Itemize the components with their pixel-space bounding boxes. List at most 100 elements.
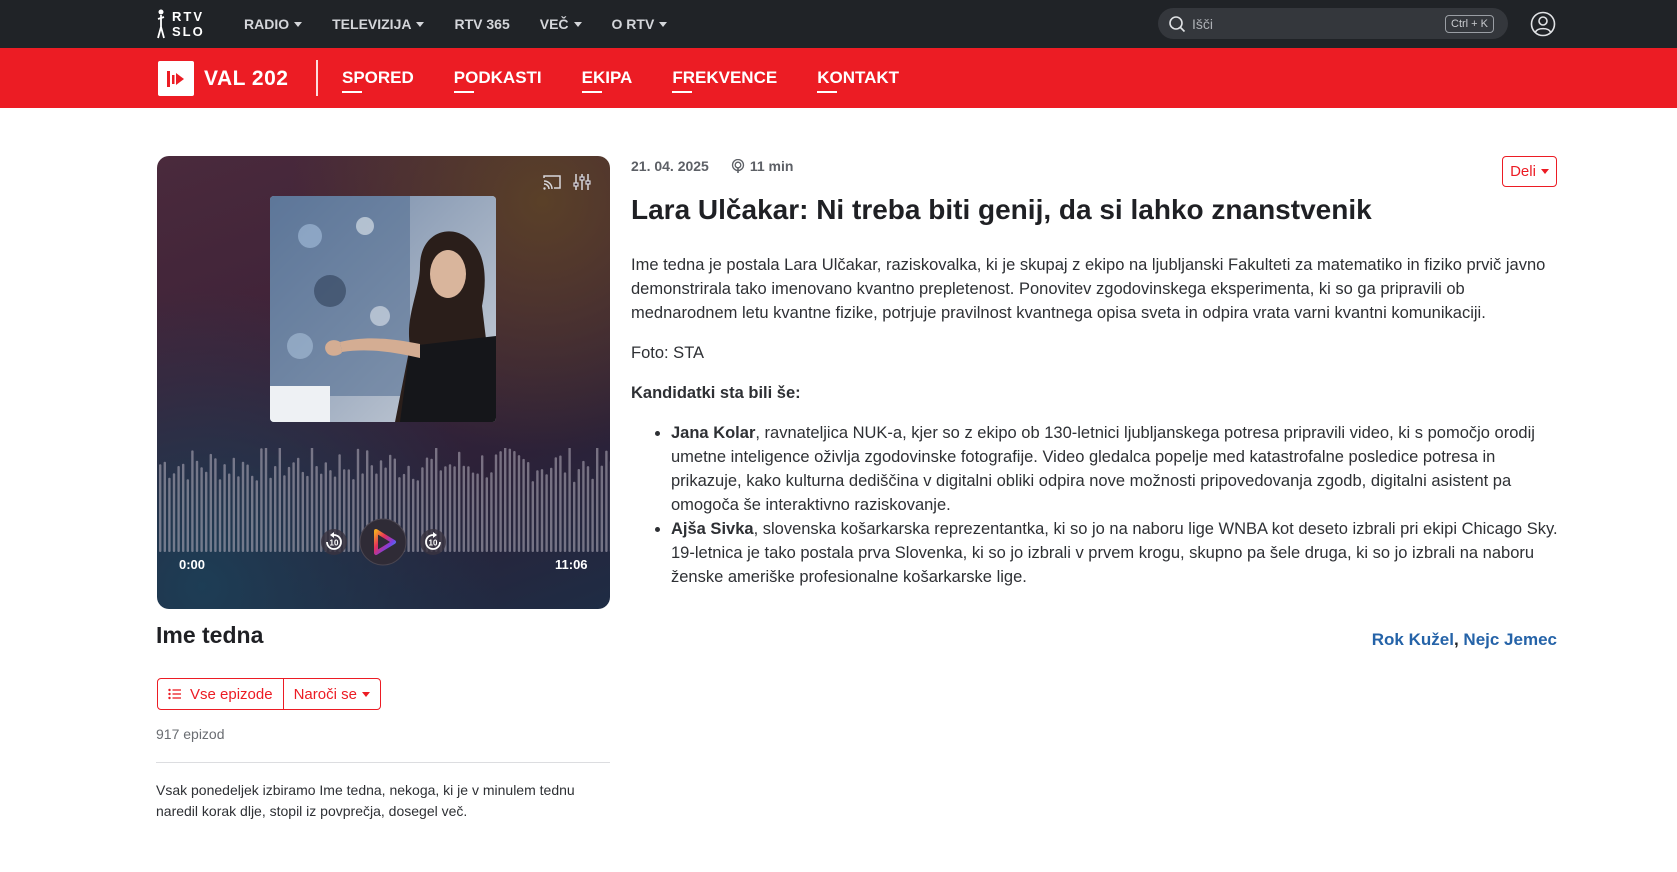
waveform-bar [287,466,291,552]
chevron-down-icon [573,21,582,27]
article-meta: 21. 04. 2025 11 min [631,158,793,174]
search-input[interactable] [1192,15,1446,32]
chevron-down-icon [361,691,370,697]
cast-icon[interactable] [542,172,562,192]
station-nav-podkasti[interactable]: PODKASTI [453,68,542,93]
show-title[interactable]: Ime tedna [156,622,263,649]
rtv-slo-logo[interactable]: RTV SLO [156,7,205,41]
author-link[interactable]: Nejc Jemec [1463,630,1557,649]
waveform-bar [241,461,245,552]
article-body: Ime tedna je postala Lara Ulčakar, razis… [631,253,1559,589]
station-nav-spored[interactable]: SPORED [342,68,414,93]
waveform-bar [545,474,548,552]
article-authors: Rok Kužel, Nejc Jemec [1372,630,1557,650]
search-box[interactable]: Ctrl + K [1158,8,1508,39]
svg-text:10: 10 [330,539,339,548]
val-202-logo-icon [167,70,184,87]
waveform-bar [269,477,272,552]
skip-back-button[interactable]: 10 [320,528,348,561]
waveform-bar [582,460,585,552]
waveform-bar [200,467,203,552]
waveform-bar [508,448,511,552]
waveform-bar [237,476,240,552]
waveform-bar [550,467,553,552]
station-nav-frekvence[interactable]: FREKVENCE [672,68,777,93]
skip-forward-button[interactable]: 10 [419,528,447,561]
list-item: Ajša Sivka, slovenska košarkarska reprez… [671,517,1559,589]
article-lead: Ime tedna je postala Lara Ulčakar, razis… [631,256,1546,322]
episode-cover-image [270,196,496,422]
candidate-text: , slovenska košarkarska reprezentantka, … [671,520,1558,586]
author-separator: , [1453,630,1459,649]
waveform-bar [223,464,226,552]
waveform-bar [522,458,525,552]
waveform-bar [182,463,185,552]
val-202-logo[interactable]: VAL 202 [158,61,288,96]
section-divider [156,762,610,763]
waveform-bar [494,454,498,552]
waveform-bar [600,465,603,552]
waveform-bar [540,469,544,552]
waveform-bar [462,465,465,552]
waveform-bar [577,469,580,552]
waveform-bar [297,457,300,552]
nav-rtv-365[interactable]: RTV 365 [454,16,509,32]
station-nav-ekipa[interactable]: EKIPA [581,68,632,93]
waveform-bar [172,473,176,552]
waveform-bar [278,448,281,552]
waveform-bar [214,458,217,552]
forward-10-icon: 10 [420,529,446,555]
candidate-name: Ajša Sivka [671,520,754,538]
subscribe-button[interactable]: Naroči se [282,679,380,709]
author-link[interactable]: Rok Kužel [1372,630,1454,649]
waveform-bar [490,472,493,552]
waveform-bar [485,477,488,552]
station-nav: SPORED PODKASTI EKIPA FREKVENCE KONTAKT [342,48,939,108]
svg-text:10: 10 [429,539,438,548]
waveform-bar [264,448,268,552]
waveform-bar [218,479,222,552]
podcast-icon [731,158,745,173]
play-button[interactable] [359,518,407,571]
waveform-bar [554,457,557,552]
main-nav: RADIO TELEVIZIJA RTV 365 VEČ O RTV [244,0,697,48]
candidates-list: Jana Kolar, ravnateljica NUK-a, kjer so … [671,421,1559,589]
station-bar: VAL 202 SPORED PODKASTI EKIPA FREKVENCE … [0,48,1677,108]
waveform-bar [563,472,567,552]
chevron-down-icon [416,21,425,27]
waveform-bar [352,479,355,552]
waveform-bar [412,478,415,552]
waveform-bar [605,450,608,552]
nav-televizija[interactable]: TELEVIZIJA [332,16,425,32]
top-bar: RTV SLO RADIO TELEVIZIJA RTV 365 VEČ O R… [0,0,1677,48]
waveform-bar [573,481,576,552]
play-icon [359,518,407,566]
all-episodes-button[interactable]: Vse epizode [158,679,283,709]
logo-line-2: SLO [172,24,205,39]
waveform-bar [159,464,162,552]
station-nav-kontakt[interactable]: KONTAKT [817,68,899,93]
waveform-bar [407,465,410,552]
candidate-name: Jana Kolar [671,424,756,442]
nav-radio[interactable]: RADIO [244,16,303,32]
share-button[interactable]: Deli [1502,156,1557,187]
waveform-bar [591,478,594,552]
nav-o-rtv[interactable]: O RTV [612,16,668,32]
waveform-bar [513,451,516,552]
waveform-bar [559,455,562,552]
waveform-bar [205,471,208,552]
nav-vec[interactable]: VEČ [540,16,582,32]
chevron-down-icon [659,21,668,27]
waveform-bar [255,480,258,552]
user-account-icon[interactable] [1530,11,1556,37]
waveform-bar [481,455,484,552]
search-icon [1169,15,1186,32]
waveform-bar [467,466,470,552]
waveform-bar [301,471,304,552]
equalizer-settings-icon[interactable] [572,172,592,192]
candidate-text: , ravnateljica NUK-a, kjer so z ekipo ob… [671,424,1535,514]
waveform-bar [251,475,254,552]
waveform-bar [499,451,502,552]
waveform-bar [586,466,590,552]
article-date: 21. 04. 2025 [631,158,709,174]
